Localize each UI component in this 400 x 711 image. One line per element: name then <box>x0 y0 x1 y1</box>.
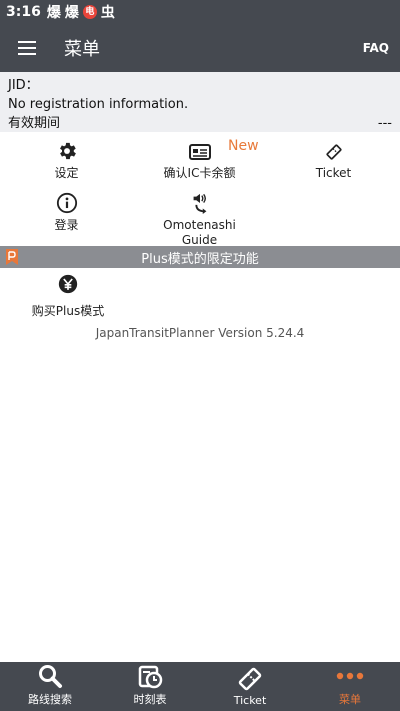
notification-icon: 虫 <box>100 5 115 21</box>
plus-flag-icon <box>6 249 18 265</box>
omotenashi-label-line1: Omotenashi <box>163 218 236 232</box>
gear-icon <box>56 138 78 162</box>
app-version: JapanTransitPlanner Version 5.24.4 <box>95 326 305 340</box>
buy-plus-label: 购买Plus模式 <box>31 304 105 318</box>
login-button[interactable]: 登录 <box>0 190 133 233</box>
timetable-clock-icon <box>137 662 163 690</box>
nav-route-search[interactable]: 路线搜索 <box>0 662 100 711</box>
nav-menu-label: 菜单 <box>339 693 361 706</box>
new-badge: New <box>228 138 259 154</box>
settings-label: 设定 <box>54 166 79 180</box>
login-label: 登录 <box>54 218 79 232</box>
bottom-navigation: 路线搜索 时刻表 Ticket 菜单 <box>0 662 400 711</box>
menu-grid: 设定 确认IC卡余额 New Ticket 登录 Omotenashi Guid… <box>0 132 400 247</box>
page-title: 菜单 <box>64 39 100 60</box>
nav-timetable[interactable]: 时刻表 <box>100 662 200 711</box>
notification-icon: 爆 <box>64 5 79 21</box>
app-bar: 菜单 FAQ <box>0 24 400 72</box>
notification-badge-icon: 电 <box>82 5 97 19</box>
hamburger-menu-icon[interactable] <box>12 33 42 63</box>
jid-label: JID： <box>8 78 39 93</box>
nav-ticket-label: Ticket <box>233 694 267 707</box>
search-icon <box>37 662 63 690</box>
notification-icon: 爆 <box>46 5 61 21</box>
ticket-icon <box>324 138 344 162</box>
omotenashi-guide-button[interactable]: Omotenashi Guide <box>133 190 266 248</box>
nav-route-search-label: 路线搜索 <box>28 693 72 706</box>
ticket-label: Ticket <box>315 166 352 180</box>
ticket-button[interactable]: Ticket <box>267 138 400 181</box>
status-time: 3:16 <box>6 4 41 20</box>
info-icon <box>56 190 78 214</box>
settings-button[interactable]: 设定 <box>0 138 133 181</box>
validity-row: 有效期间 --- <box>8 114 392 133</box>
nav-timetable-label: 时刻表 <box>133 693 167 706</box>
status-bar: 3:16 爆 爆 电 虫 <box>0 0 400 24</box>
ticket-icon <box>236 665 264 693</box>
plus-section-header: Plus模式的限定功能 <box>0 246 400 268</box>
ic-card-icon <box>188 138 212 162</box>
omotenashi-label: Omotenashi Guide <box>163 218 236 248</box>
nav-menu[interactable]: 菜单 <box>300 662 400 711</box>
ic-balance-label: 确认IC卡余额 <box>163 166 236 180</box>
more-dots-icon <box>336 662 364 690</box>
plus-section-title: Plus模式的限定功能 <box>141 251 259 267</box>
validity-value: --- <box>377 116 392 131</box>
speaker-guide-icon <box>189 190 211 214</box>
registration-status: No registration information. <box>8 97 189 112</box>
buy-plus-button[interactable]: 购买Plus模式 <box>26 274 110 319</box>
yen-coin-icon <box>58 274 78 298</box>
account-info-panel: JID： No registration information. 有效期间 -… <box>0 72 400 132</box>
faq-button[interactable]: FAQ <box>363 41 389 55</box>
validity-label: 有效期间 <box>8 116 61 131</box>
nav-ticket[interactable]: Ticket <box>200 662 300 711</box>
